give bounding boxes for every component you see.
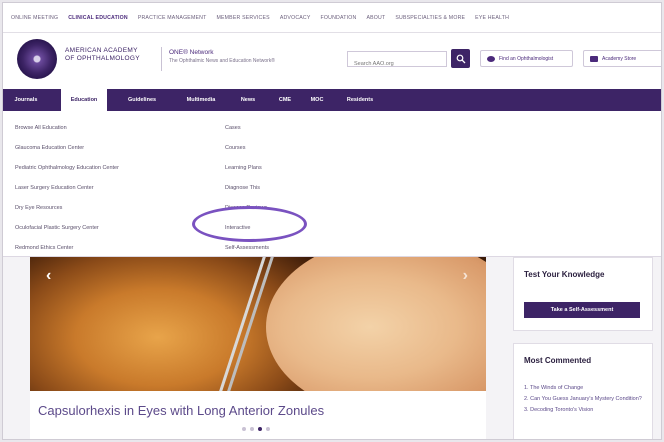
carousel-dot-active[interactable] <box>258 427 262 431</box>
nav-multimedia[interactable]: Multimedia <box>175 89 227 111</box>
hero-caption-panel: Capsulorhexis in Eyes with Long Anterior… <box>30 391 486 439</box>
menu-pediatric[interactable]: Pediatric Ophthalmology Education Center <box>15 161 119 181</box>
utility-links: ONLINE MEETING CLINICAL EDUCATION PRACTI… <box>11 3 509 33</box>
network-subtitle: The Ophthalmic News and Education Networ… <box>169 58 275 64</box>
test-knowledge-title: Test Your Knowledge <box>524 270 605 279</box>
nav-residents[interactable]: Residents <box>337 89 383 111</box>
nav-guidelines[interactable]: Guidelines <box>117 89 167 111</box>
aao-logo-icon[interactable] <box>17 39 57 79</box>
util-link-about[interactable]: ABOUT <box>366 15 385 21</box>
network-title: ONE® Network <box>169 49 214 56</box>
search-input[interactable] <box>348 57 446 71</box>
cart-icon <box>590 55 598 62</box>
util-link-subspecialties[interactable]: SUBSPECIALTIES & MORE <box>395 15 465 21</box>
top-utility-bar: ONLINE MEETING CLINICAL EDUCATION PRACTI… <box>3 3 661 33</box>
one-network-brand[interactable]: ONE® Network The Ophthalmic News and Edu… <box>169 49 275 65</box>
education-dropdown-menu: Browse All Education Glaucoma Education … <box>3 111 661 257</box>
menu-browse-all[interactable]: Browse All Education <box>15 121 119 141</box>
carousel-dot[interactable] <box>250 427 254 431</box>
test-knowledge-card: Test Your Knowledge Take a Self-Assessme… <box>513 257 653 331</box>
hero-image-surgery[interactable]: ‹ › <box>30 257 486 391</box>
nav-moc[interactable]: MOC <box>305 89 329 111</box>
most-commented-title: Most Commented <box>524 356 592 365</box>
menu-dry-eye[interactable]: Dry Eye Resources <box>15 201 119 221</box>
commented-item[interactable]: 1. The Winds of Change <box>524 384 642 392</box>
menu-learning-plans[interactable]: Learning Plans <box>225 161 269 181</box>
util-link-clinical-education[interactable]: CLINICAL EDUCATION <box>68 15 128 21</box>
most-commented-list: 1. The Winds of Change 2. Can You Guess … <box>524 384 642 417</box>
most-commented-card: Most Commented 1. The Winds of Change 2.… <box>513 343 653 439</box>
academy-store-button[interactable]: Academy Store <box>583 50 661 67</box>
util-link-foundation[interactable]: FOUNDATION <box>321 15 357 21</box>
right-sidebar: Test Your Knowledge Take a Self-Assessme… <box>513 257 653 439</box>
header-divider <box>161 47 162 71</box>
site-header: AMERICAN ACADEMY OF OPHTHALMOLOGY ONE® N… <box>3 33 661 89</box>
main-nav: Journals Education Guidelines Multimedia… <box>3 89 661 111</box>
search-icon <box>456 54 465 63</box>
carousel-prev-icon[interactable]: ‹ <box>46 267 51 285</box>
find-label: Find an Ophthalmologist <box>499 55 554 62</box>
nav-education[interactable]: Education <box>61 89 107 111</box>
commented-item[interactable]: 2. Can You Guess January's Mystery Condi… <box>524 395 642 403</box>
menu-laser-surgery[interactable]: Laser Surgery Education Center <box>15 181 119 201</box>
util-link-meeting[interactable]: ONLINE MEETING <box>11 15 58 21</box>
carousel-dots <box>242 427 270 431</box>
logo-wordmark[interactable]: AMERICAN ACADEMY OF OPHTHALMOLOGY <box>65 47 165 63</box>
store-label: Academy Store <box>602 55 637 62</box>
nav-news[interactable]: News <box>233 89 263 111</box>
menu-glaucoma[interactable]: Glaucoma Education Center <box>15 141 119 161</box>
nav-journals[interactable]: Journals <box>3 89 49 111</box>
logo-line-1: AMERICAN ACADEMY <box>65 47 138 54</box>
dropdown-left-column: Browse All Education Glaucoma Education … <box>15 121 119 261</box>
carousel-dot[interactable] <box>242 427 246 431</box>
find-ophthalmologist-button[interactable]: Find an Ophthalmologist <box>480 50 573 67</box>
util-link-practice[interactable]: PRACTICE MANAGEMENT <box>138 15 207 21</box>
menu-cases[interactable]: Cases <box>225 121 269 141</box>
browser-frame: ONLINE MEETING CLINICAL EDUCATION PRACTI… <box>2 2 662 440</box>
retina-image-region <box>266 257 486 391</box>
interactive-highlight-ring <box>192 206 307 242</box>
search-box <box>347 51 447 71</box>
carousel-dot[interactable] <box>266 427 270 431</box>
hero-caption-title[interactable]: Capsulorhexis in Eyes with Long Anterior… <box>38 403 324 418</box>
eye-icon <box>487 55 495 62</box>
util-link-member[interactable]: MEMBER SERVICES <box>216 15 269 21</box>
util-link-eye-health[interactable]: EYE HEALTH <box>475 15 509 21</box>
self-assessment-button[interactable]: Take a Self-Assessment <box>524 302 640 318</box>
menu-oculofacial[interactable]: Oculofacial Plastic Surgery Center <box>15 221 119 241</box>
menu-diagnose-this[interactable]: Diagnose This <box>225 181 269 201</box>
carousel-next-icon[interactable]: › <box>463 267 468 285</box>
menu-courses[interactable]: Courses <box>225 141 269 161</box>
util-link-advocacy[interactable]: ADVOCACY <box>280 15 311 21</box>
search-button[interactable] <box>451 49 470 68</box>
surgical-instrument-1 <box>213 257 269 391</box>
nav-cme[interactable]: CME <box>273 89 297 111</box>
logo-line-2: OF OPHTHALMOLOGY <box>65 55 140 62</box>
commented-item[interactable]: 3. Decoding Toronto's Vision <box>524 406 642 414</box>
